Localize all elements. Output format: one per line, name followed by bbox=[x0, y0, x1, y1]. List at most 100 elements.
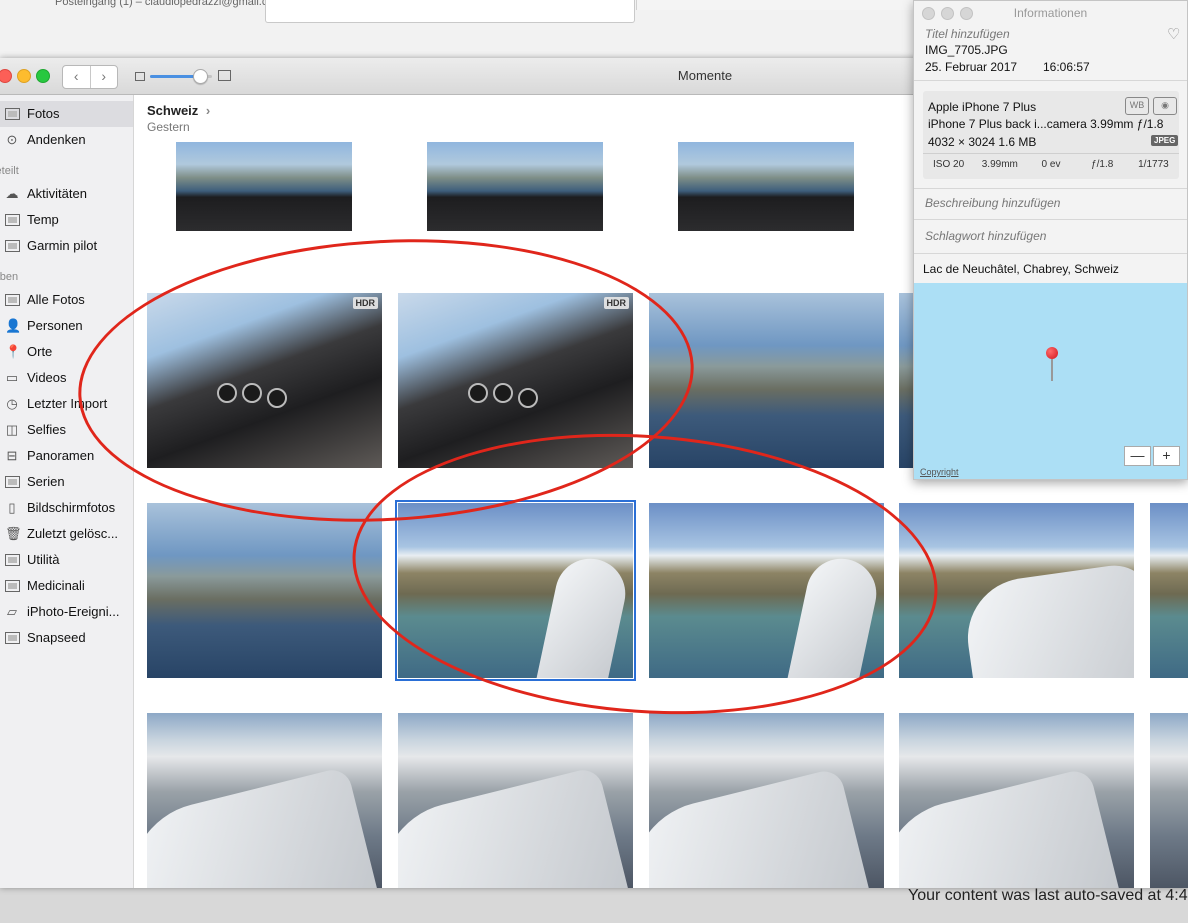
exposure-bias-value: 0 ev bbox=[1041, 159, 1061, 170]
sidebar-item-utilita[interactable]: Utilità bbox=[0, 547, 133, 573]
background-window-field bbox=[265, 0, 635, 23]
map-pin-icon[interactable] bbox=[1046, 347, 1058, 359]
autosave-status: Your content was last auto-saved at 4:4 bbox=[908, 887, 1188, 904]
sidebar-item-fotos[interactable]: Fotos bbox=[0, 101, 133, 127]
sidebar-item-orte[interactable]: 📍 Orte bbox=[0, 339, 133, 365]
exif-box: Apple iPhone 7 Plus iPhone 7 Plus back i… bbox=[923, 91, 1179, 179]
location-label: Lac de Neuchâtel, Chabrey, Schweiz bbox=[923, 262, 1119, 276]
sidebar-item-selfies[interactable]: ◫ Selfies bbox=[0, 417, 133, 443]
photo-thumbnail[interactable] bbox=[649, 503, 884, 678]
album-icon bbox=[5, 632, 20, 644]
photo-thumbnail[interactable] bbox=[176, 142, 352, 231]
photo-thumbnail-selected[interactable] bbox=[395, 500, 636, 681]
window-title: Momente bbox=[677, 68, 733, 83]
hdr-badge: HDR bbox=[352, 297, 378, 309]
sidebar-item-letzter-import[interactable]: ◷ Letzter Import bbox=[0, 391, 133, 417]
photo-thumbnail[interactable] bbox=[899, 713, 1134, 888]
photo-thumbnail[interactable] bbox=[427, 142, 603, 231]
phone-icon: ▯ bbox=[8, 500, 16, 515]
minimize-button[interactable] bbox=[17, 69, 31, 83]
sidebar-item-label: Panoramen bbox=[27, 448, 95, 463]
shutter-speed-value: 1/1773 bbox=[1138, 159, 1169, 170]
map-copyright-link[interactable]: Copyright bbox=[920, 467, 959, 477]
sidebar-item-andenken[interactable]: ⊙ Andenken bbox=[0, 127, 133, 153]
hdr-badge: HDR bbox=[603, 297, 629, 309]
zoom-small-icon bbox=[135, 72, 145, 81]
sidebar-item-serien[interactable]: Serien bbox=[0, 469, 133, 495]
photo-thumbnail[interactable] bbox=[649, 713, 884, 888]
sidebar-item-label: Serien bbox=[27, 474, 65, 489]
close-button[interactable] bbox=[0, 69, 12, 83]
sidebar-item-label: Letzter Import bbox=[27, 396, 108, 411]
sidebar-item-aktivitaeten[interactable]: ☁ Aktivitäten bbox=[0, 181, 133, 207]
background-window-pane bbox=[636, 0, 917, 10]
map-zoom-out-button[interactable]: — bbox=[1124, 446, 1151, 466]
forward-button[interactable]: › bbox=[91, 66, 118, 88]
map-zoom-in-button[interactable]: + bbox=[1153, 446, 1180, 466]
aperture-value: ƒ/1.8 bbox=[1091, 159, 1114, 170]
chevron-right-icon: › bbox=[205, 103, 211, 118]
sidebar-item-garmin-pilot[interactable]: Garmin pilot bbox=[0, 233, 133, 259]
sidebar-item-videos[interactable]: ▭ Videos bbox=[0, 365, 133, 391]
wing-shape bbox=[147, 766, 381, 888]
sidebar-item-label: Orte bbox=[27, 344, 53, 359]
date-label: 25. Februar 2017 bbox=[925, 60, 1018, 74]
photo-thumbnail[interactable] bbox=[147, 503, 382, 678]
heart-icon[interactable]: ♡ bbox=[1167, 25, 1180, 43]
description-field[interactable]: Beschreibung hinzufügen bbox=[925, 196, 1060, 210]
album-icon bbox=[5, 554, 20, 566]
sidebar-item-panoramen[interactable]: ⊟ Panoramen bbox=[0, 443, 133, 469]
sidebar-item-temp[interactable]: Temp bbox=[0, 207, 133, 233]
sidebar-item-zuletzt-geloescht[interactable]: 🗑 Zuletzt gelösc... bbox=[0, 521, 133, 547]
folder-icon: ▱ bbox=[7, 604, 17, 619]
sidebar-item-personen[interactable]: 👤 Personen bbox=[0, 313, 133, 339]
sidebar-item-snapseed[interactable]: Snapseed bbox=[0, 625, 133, 651]
wing-shape bbox=[398, 766, 632, 888]
nav-buttons: ‹ › bbox=[62, 65, 118, 89]
cloud-icon: ☁ bbox=[5, 186, 19, 201]
photo-thumbnail[interactable]: HDR bbox=[398, 293, 633, 468]
photo-thumbnail[interactable] bbox=[1150, 713, 1188, 888]
moment-subtitle: Gestern bbox=[147, 120, 190, 134]
photo-thumbnail[interactable] bbox=[1150, 503, 1188, 678]
zoom-slider-thumb[interactable] bbox=[193, 69, 208, 84]
sidebar-item-label: iPhoto-Ereigni... bbox=[27, 604, 120, 619]
back-button[interactable]: ‹ bbox=[63, 66, 91, 88]
sidebar-item-label: Aktivitäten bbox=[27, 186, 87, 201]
photo-thumbnail[interactable] bbox=[147, 713, 382, 888]
sidebar-item-label: Alle Fotos bbox=[27, 292, 85, 307]
photo-thumbnail[interactable]: HDR bbox=[147, 293, 382, 468]
photo-thumbnail[interactable] bbox=[649, 293, 884, 468]
photo-thumbnail[interactable] bbox=[899, 503, 1134, 678]
moment-title[interactable]: Schweiz › bbox=[147, 103, 210, 118]
photo-thumbnail[interactable] bbox=[398, 713, 633, 888]
sidebar-item-iphoto-ereignisse[interactable]: ▱ iPhoto-Ereigni... bbox=[0, 599, 133, 625]
sidebar-item-label: Selfies bbox=[27, 422, 67, 437]
sidebar-item-label: Garmin pilot bbox=[27, 238, 98, 253]
pin-icon: 📍 bbox=[5, 344, 22, 359]
sidebar-item-alle-fotos[interactable]: Alle Fotos bbox=[0, 287, 133, 313]
gauge-shape bbox=[518, 388, 538, 408]
sidebar-item-medicinali[interactable]: Medicinali bbox=[0, 573, 133, 599]
separator bbox=[923, 153, 1179, 154]
photo-thumbnail[interactable] bbox=[678, 142, 854, 231]
keyword-field[interactable]: Schlagwort hinzufügen bbox=[925, 229, 1046, 243]
album-icon bbox=[5, 580, 20, 592]
title-field[interactable]: Titel hinzufügen bbox=[925, 27, 1010, 41]
gauge-shape bbox=[242, 383, 262, 403]
sidebar-item-bildschirmfotos[interactable]: ▯ Bildschirmfotos bbox=[0, 495, 133, 521]
wing-shape bbox=[534, 552, 632, 678]
separator bbox=[914, 219, 1187, 220]
camera-metering-icon: ◉ bbox=[1153, 97, 1177, 115]
sidebar-item-label: Zuletzt gelösc... bbox=[27, 526, 119, 541]
shared-album-icon bbox=[5, 240, 20, 252]
map-pin-stem bbox=[1051, 359, 1053, 381]
location-map[interactable]: — + Copyright bbox=[914, 283, 1187, 479]
video-icon: ▭ bbox=[5, 370, 19, 385]
iso-value: ISO 20 bbox=[933, 159, 965, 170]
separator bbox=[914, 188, 1187, 189]
zoom-button[interactable] bbox=[36, 69, 50, 83]
memories-icon: ⊙ bbox=[6, 132, 18, 147]
info-panel: Informationen Titel hinzufügen ♡ IMG_770… bbox=[913, 0, 1188, 480]
info-window-title: Informationen bbox=[1013, 6, 1088, 20]
